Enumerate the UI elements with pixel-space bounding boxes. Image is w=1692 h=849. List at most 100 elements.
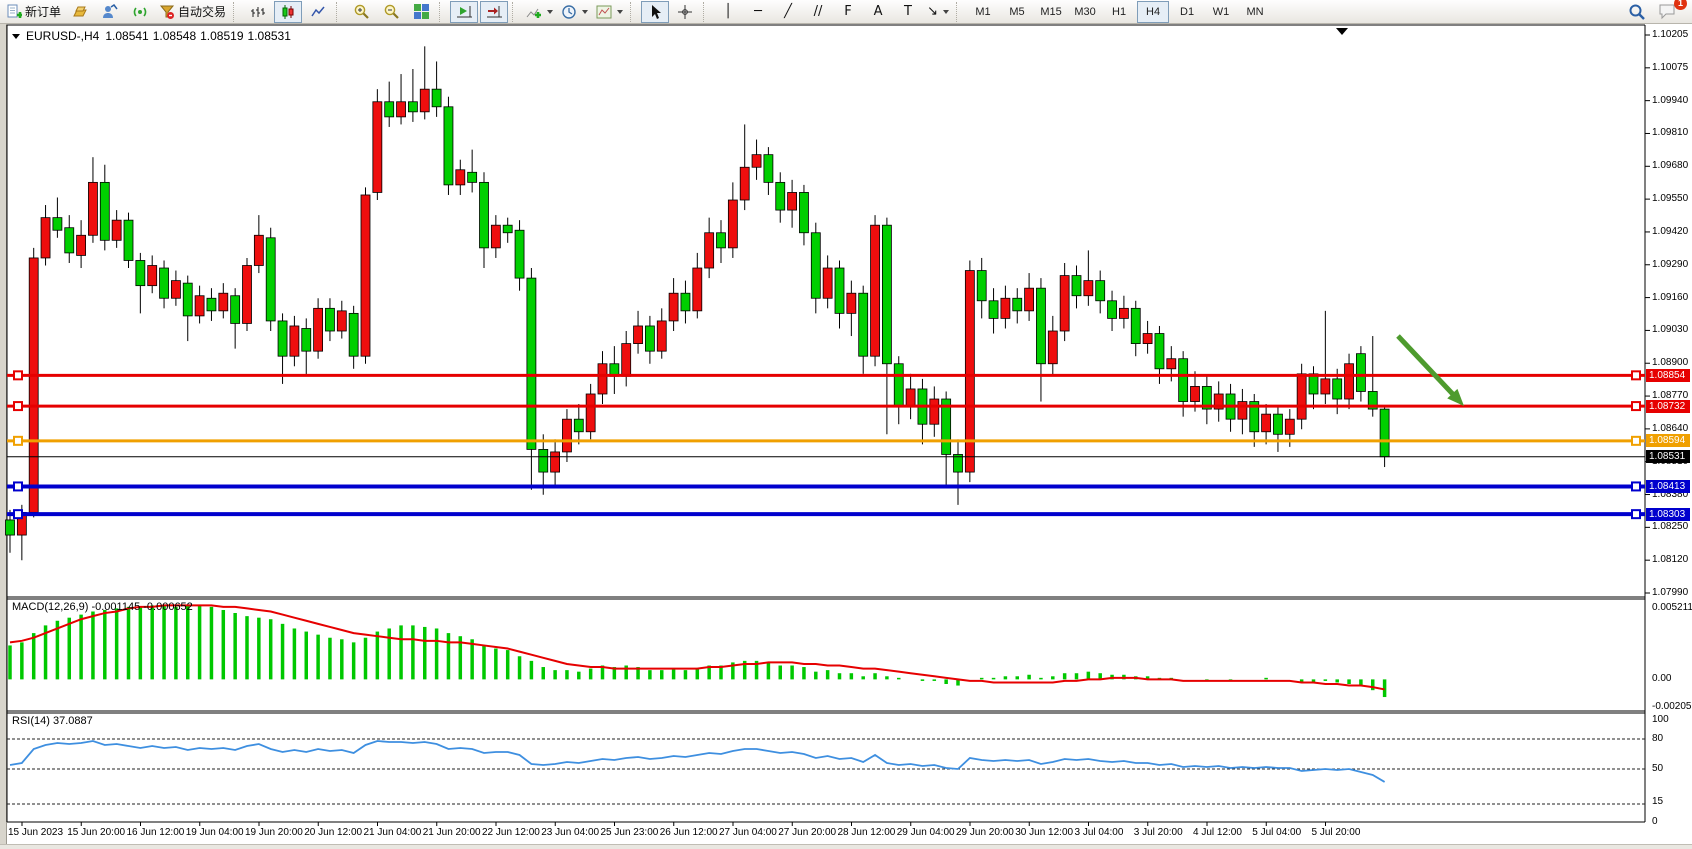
candle-body xyxy=(124,220,133,260)
price-line-anchor[interactable] xyxy=(14,482,22,490)
equidistant-channel-button[interactable]: // xyxy=(804,1,832,23)
ohlc-open: 1.08541 xyxy=(105,29,148,43)
candle-body xyxy=(420,89,429,112)
candle-body xyxy=(1036,288,1045,364)
candle-body xyxy=(65,228,74,253)
price-line-badge[interactable]: 1.08594 xyxy=(1646,434,1690,447)
time-axis-label: 23 Jun 04:00 xyxy=(541,827,599,838)
chart-canvas xyxy=(0,0,1692,848)
price-line-badge[interactable]: 1.08854 xyxy=(1646,369,1690,382)
candlestick-chart-button[interactable] xyxy=(274,1,302,23)
line-chart-button[interactable] xyxy=(304,1,332,23)
price-line-badge[interactable]: 1.08531 xyxy=(1646,450,1690,463)
candle-body xyxy=(634,326,643,344)
price-line-anchor[interactable] xyxy=(1632,482,1640,490)
candle-body xyxy=(183,283,192,316)
signals-button[interactable] xyxy=(126,1,154,23)
rsi-axis-label: 15 xyxy=(1652,796,1663,807)
timeframe-m1-button[interactable]: M1 xyxy=(967,1,999,23)
annotation-arrow[interactable] xyxy=(1398,336,1457,399)
timeframe-m30-button[interactable]: M30 xyxy=(1069,1,1101,23)
gold-bar-icon xyxy=(72,4,88,20)
fibonacci-retracement-button[interactable]: F xyxy=(834,1,862,23)
candle-body xyxy=(586,394,595,432)
timeframe-w1-button[interactable]: W1 xyxy=(1205,1,1237,23)
search-icon xyxy=(1628,3,1646,21)
candle-body xyxy=(515,230,524,278)
chart-shift-marker[interactable] xyxy=(1336,28,1348,35)
candle-body xyxy=(1273,414,1282,434)
line-chart-icon xyxy=(310,4,326,20)
timeframe-mn-button[interactable]: MN xyxy=(1239,1,1271,23)
auto-scroll-button[interactable] xyxy=(450,1,478,23)
timeframe-d1-button[interactable]: D1 xyxy=(1171,1,1203,23)
price-axis-tick-label: 1.07990 xyxy=(1652,587,1688,598)
price-line-anchor[interactable] xyxy=(14,437,22,445)
price-line-badge[interactable]: 1.08413 xyxy=(1646,480,1690,493)
symbol-dropdown-icon[interactable] xyxy=(12,34,20,39)
time-axis-label: 26 Jun 12:00 xyxy=(660,827,718,838)
search-button[interactable] xyxy=(1623,1,1651,23)
chat-button[interactable]: 1 xyxy=(1653,1,1681,23)
time-axis-label: 21 Jun 04:00 xyxy=(364,827,422,838)
text-label-button[interactable]: T xyxy=(894,1,922,23)
person-chart-icon xyxy=(102,4,118,20)
candle-body xyxy=(207,298,216,311)
candle-body xyxy=(1179,359,1188,402)
chart-shift-button[interactable] xyxy=(480,1,508,23)
bar-chart-button[interactable] xyxy=(244,1,272,23)
price-line-anchor[interactable] xyxy=(1632,402,1640,410)
candle-body xyxy=(669,293,678,321)
template-icon xyxy=(596,4,612,20)
price-axis-tick-label: 1.09940 xyxy=(1652,95,1688,106)
gold-button[interactable] xyxy=(66,1,94,23)
crosshair-button[interactable] xyxy=(671,1,699,23)
cursor-button[interactable] xyxy=(641,1,669,23)
vertical-line-button[interactable]: │ xyxy=(714,1,742,23)
ohlc-close: 1.08531 xyxy=(248,29,291,43)
indicators-button[interactable] xyxy=(523,1,556,23)
candle-body xyxy=(243,266,252,324)
price-line-anchor[interactable] xyxy=(14,510,22,518)
horizontal-line-button[interactable]: ─ xyxy=(744,1,772,23)
timeframe-m15-button[interactable]: M15 xyxy=(1035,1,1067,23)
timeframe-h4-button[interactable]: H4 xyxy=(1137,1,1169,23)
candle-body xyxy=(456,170,465,185)
auto-trading-button[interactable]: 自动交易 xyxy=(156,1,229,23)
candle-body xyxy=(1297,374,1306,419)
timeframe-h1-button[interactable]: H1 xyxy=(1103,1,1135,23)
trendline-button[interactable]: ╱ xyxy=(774,1,802,23)
price-line-badge[interactable]: 1.08303 xyxy=(1646,508,1690,521)
price-line-anchor[interactable] xyxy=(1632,437,1640,445)
toolbar-separator xyxy=(703,2,710,22)
arrow-objects-button[interactable]: ↘ xyxy=(924,1,952,23)
price-line-anchor[interactable] xyxy=(14,371,22,379)
tile-windows-button[interactable] xyxy=(407,1,435,23)
periods-button[interactable] xyxy=(558,1,591,23)
zoom-out-button[interactable] xyxy=(377,1,405,23)
templates-button[interactable] xyxy=(593,1,626,23)
timeframe-m5-button[interactable]: M5 xyxy=(1001,1,1033,23)
candle-body xyxy=(1262,414,1271,432)
candle-body xyxy=(491,225,500,248)
rsi-axis-label: 0 xyxy=(1652,816,1658,827)
price-axis-tick-label: 1.08250 xyxy=(1652,521,1688,532)
notification-badge: 1 xyxy=(1674,0,1687,10)
dropdown-caret-icon xyxy=(582,10,588,14)
price-line-badge[interactable]: 1.08732 xyxy=(1646,400,1690,413)
text-button[interactable]: A xyxy=(864,1,892,23)
price-line-anchor[interactable] xyxy=(1632,510,1640,518)
time-axis-label: 15 Jun 20:00 xyxy=(67,827,125,838)
price-line-anchor[interactable] xyxy=(14,402,22,410)
zoom-in-button[interactable] xyxy=(347,1,375,23)
zoom-out-icon xyxy=(383,3,400,20)
candle-body xyxy=(1084,281,1093,296)
auto-trading-label: 自动交易 xyxy=(178,3,226,20)
price-line-anchor[interactable] xyxy=(1632,371,1640,379)
market-profile-button[interactable] xyxy=(96,1,124,23)
macd-label: MACD(12,26,9) -0.001145 -0.000652 xyxy=(12,601,193,613)
candle-body xyxy=(539,449,548,472)
rsi-line xyxy=(10,741,1385,782)
new-order-button[interactable]: 新订单 xyxy=(3,1,64,23)
candle-body xyxy=(290,326,299,356)
